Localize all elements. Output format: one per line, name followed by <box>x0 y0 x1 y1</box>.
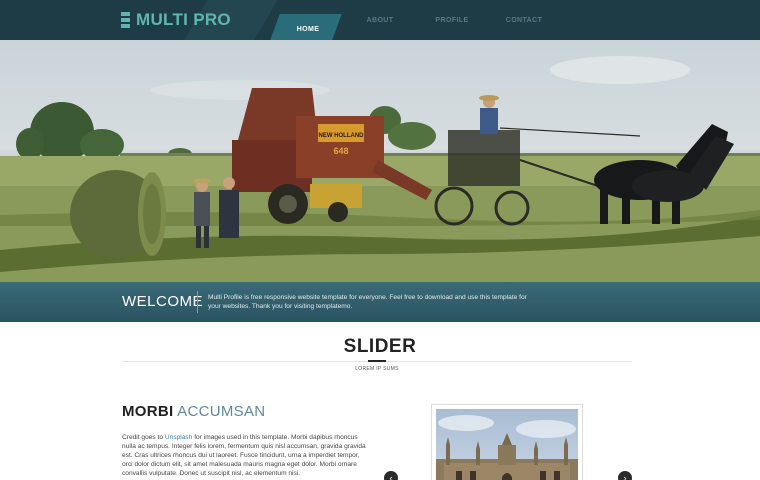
slider-next-button[interactable]: › <box>618 471 632 480</box>
unsplash-link[interactable]: Unsplash <box>165 434 193 441</box>
arrow-left-icon: ‹ <box>389 473 393 480</box>
hero-image: NEW HOLLAND 648 <box>0 40 760 282</box>
nav-item-about[interactable]: ABOUT <box>344 0 416 40</box>
nav-item-home[interactable]: HOME <box>270 0 344 40</box>
nav-item-profile[interactable]: PROFILE <box>416 0 488 40</box>
nav-item-contact[interactable]: CONTACT <box>488 0 560 40</box>
content-heading: MORBI ACCUMSAN <box>122 403 265 420</box>
nav-item-label: HOME <box>296 26 320 33</box>
content-paragraph: Credit goes to Unsplash for images used … <box>122 433 368 478</box>
welcome-divider <box>197 291 198 313</box>
content-heading-strong: MORBI <box>122 403 174 420</box>
nav-item-label: PROFILE <box>435 16 469 24</box>
slider-prev-button[interactable]: ‹ <box>384 471 398 480</box>
content-text-prefix: Credit goes to <box>122 434 165 441</box>
tree-line <box>16 102 760 162</box>
slide-image <box>436 409 578 480</box>
hay-bale <box>70 170 166 258</box>
welcome-banner: WELCOME Multi Profile is free responsive… <box>0 282 760 322</box>
main-nav: HOME ABOUT PROFILE CONTACT <box>270 0 560 40</box>
site-logo[interactable]: MULTI PRO <box>121 9 231 31</box>
baler-brand-label: NEW HOLLAND <box>319 133 365 139</box>
hero-scene: NEW HOLLAND 648 <box>0 56 760 282</box>
logo-text: MULTI PRO <box>136 10 231 29</box>
arrow-right-icon: › <box>623 473 627 480</box>
welcome-title: WELCOME <box>122 293 204 310</box>
welcome-text: Multi Profile is free responsive website… <box>208 294 527 310</box>
baler-model-label: 648 <box>333 146 348 156</box>
nav-item-label: ABOUT <box>366 16 394 24</box>
content-heading-light: ACCUMSAN <box>177 403 266 420</box>
section-divider-accent <box>368 360 386 362</box>
nav-item-label: CONTACT <box>505 16 543 24</box>
site-header: MULTI PRO HOME ABOUT PROFILE CONTACT <box>0 0 760 40</box>
section-title: SLIDER <box>343 336 417 357</box>
section-subtitle: LOREM IP SUMS <box>355 366 399 372</box>
slide-image-frame <box>431 404 583 480</box>
logo-icon <box>121 12 130 28</box>
building-photo <box>436 415 578 480</box>
